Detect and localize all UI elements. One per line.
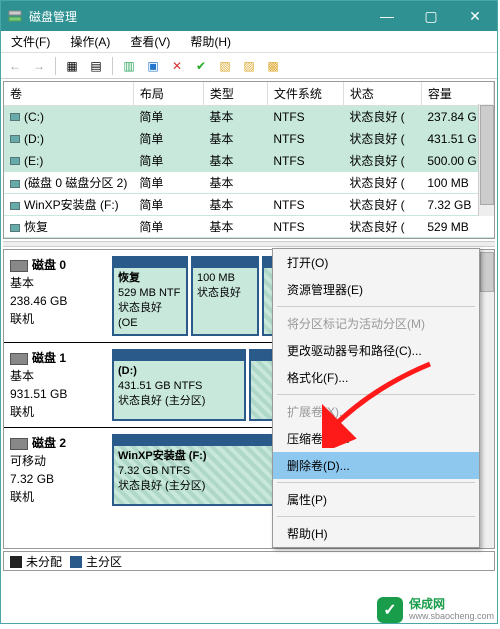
table-row[interactable]: (E:)简单基本NTFS状态良好 (500.00 G — [4, 150, 494, 172]
table-row[interactable]: (磁盘 0 磁盘分区 2)简单基本状态良好 (100 MB — [4, 172, 494, 194]
table-row[interactable]: (D:)简单基本NTFS状态良好 (431.51 G — [4, 128, 494, 150]
tool-button-c[interactable]: ▩ — [263, 56, 283, 76]
disk-info: 磁盘 2可移动7.32 GB联机 — [4, 428, 112, 512]
menubar: 文件(F) 操作(A) 查看(V) 帮助(H) — [1, 31, 497, 53]
maximize-button[interactable]: ▢ — [409, 1, 453, 31]
ctx-separator — [277, 482, 475, 483]
col-fs[interactable]: 文件系统 — [267, 82, 343, 106]
ctx-mark-active[interactable]: 将分区标记为活动分区(M) — [273, 310, 479, 337]
refresh-button[interactable]: ▥ — [119, 56, 139, 76]
col-layout[interactable]: 布局 — [133, 82, 203, 106]
hdd-icon — [10, 260, 28, 272]
table-row[interactable]: WinXP安装盘 (F:)简单基本NTFS状态良好 (7.32 GB — [4, 194, 494, 216]
separator — [112, 57, 113, 75]
volume-icon — [10, 202, 20, 210]
minimize-button[interactable]: — — [365, 1, 409, 31]
watermark: ✓ 保成网 www.sbaocheng.com — [377, 597, 494, 623]
table-row[interactable]: 恢复简单基本NTFS状态良好 (529 MB — [4, 216, 494, 238]
toolbar: ← → ▦ ▤ ▥ ▣ ✕ ✔ ▧ ▨ ▩ — [1, 53, 497, 79]
hdd-icon — [10, 353, 28, 365]
back-button[interactable]: ← — [5, 56, 25, 76]
legend: 未分配 主分区 — [3, 551, 495, 571]
ctx-open[interactable]: 打开(O) — [273, 249, 479, 276]
col-type[interactable]: 类型 — [203, 82, 267, 106]
partition[interactable]: 恢复529 MB NTF状态良好 (OE — [112, 256, 188, 336]
watermark-brand: 保成网 — [409, 598, 494, 611]
volume-scrollbar[interactable] — [478, 104, 494, 216]
ctx-format[interactable]: 格式化(F)... — [273, 364, 479, 391]
col-capacity[interactable]: 容量 — [421, 82, 493, 106]
volume-icon — [10, 113, 20, 121]
ctx-properties[interactable]: 属性(P) — [273, 486, 479, 513]
close-button[interactable]: ✕ — [453, 1, 497, 31]
volume-icon — [10, 157, 20, 165]
separator — [55, 57, 56, 75]
ctx-change-drive[interactable]: 更改驱动器号和路径(C)... — [273, 337, 479, 364]
menu-file[interactable]: 文件(F) — [5, 31, 56, 52]
forward-button[interactable]: → — [29, 56, 49, 76]
splitter[interactable] — [3, 241, 495, 247]
menu-action[interactable]: 操作(A) — [64, 31, 116, 52]
context-menu: 打开(O) 资源管理器(E) 将分区标记为活动分区(M) 更改驱动器号和路径(C… — [272, 248, 480, 548]
tool-button-b[interactable]: ▨ — [239, 56, 259, 76]
tool-button-a[interactable]: ▧ — [215, 56, 235, 76]
table-row[interactable]: (C:)简单基本NTFS状态良好 (237.84 G — [4, 106, 494, 128]
volume-icon — [10, 135, 20, 143]
disk-scrollbar[interactable] — [478, 250, 494, 548]
partition[interactable]: (D:)431.51 GB NTFS状态良好 (主分区) — [112, 349, 246, 421]
menu-help[interactable]: 帮助(H) — [184, 31, 237, 52]
partition[interactable]: 100 MB状态良好 — [191, 256, 259, 336]
ctx-delete-volume[interactable]: 删除卷(D)... — [273, 452, 479, 479]
menu-view[interactable]: 查看(V) — [124, 31, 176, 52]
volume-icon — [10, 180, 20, 188]
legend-primary-label: 主分区 — [86, 555, 122, 569]
watermark-badge-icon: ✓ — [377, 597, 403, 623]
watermark-url: www.sbaocheng.com — [409, 612, 494, 622]
ctx-separator — [277, 516, 475, 517]
view-button-2[interactable]: ▤ — [86, 56, 106, 76]
legend-primary-swatch — [70, 556, 82, 568]
app-icon — [7, 8, 23, 24]
volume-icon — [10, 224, 20, 232]
ctx-shrink[interactable]: 压缩卷(H)... — [273, 425, 479, 452]
disk-info: 磁盘 1基本931.51 GB联机 — [4, 343, 112, 427]
titlebar: 磁盘管理 — ▢ ✕ — [1, 1, 497, 31]
settings-button[interactable]: ▣ — [143, 56, 163, 76]
check-icon[interactable]: ✔ — [191, 56, 211, 76]
view-button-1[interactable]: ▦ — [62, 56, 82, 76]
window-title: 磁盘管理 — [29, 8, 365, 25]
ctx-extend[interactable]: 扩展卷(X)... — [273, 398, 479, 425]
legend-unallocated-swatch — [10, 556, 22, 568]
ctx-separator — [277, 306, 475, 307]
legend-unallocated-label: 未分配 — [26, 555, 62, 569]
ctx-separator — [277, 394, 475, 395]
ctx-help[interactable]: 帮助(H) — [273, 520, 479, 547]
volume-list: 卷 布局 类型 文件系统 状态 容量 (C:)简单基本NTFS状态良好 (237… — [3, 81, 495, 239]
disk-info: 磁盘 0基本238.46 GB联机 — [4, 250, 112, 342]
delete-x-icon[interactable]: ✕ — [167, 56, 187, 76]
col-volume[interactable]: 卷 — [4, 82, 133, 106]
hdd-icon — [10, 438, 28, 450]
col-status[interactable]: 状态 — [343, 82, 421, 106]
ctx-explorer[interactable]: 资源管理器(E) — [273, 276, 479, 303]
